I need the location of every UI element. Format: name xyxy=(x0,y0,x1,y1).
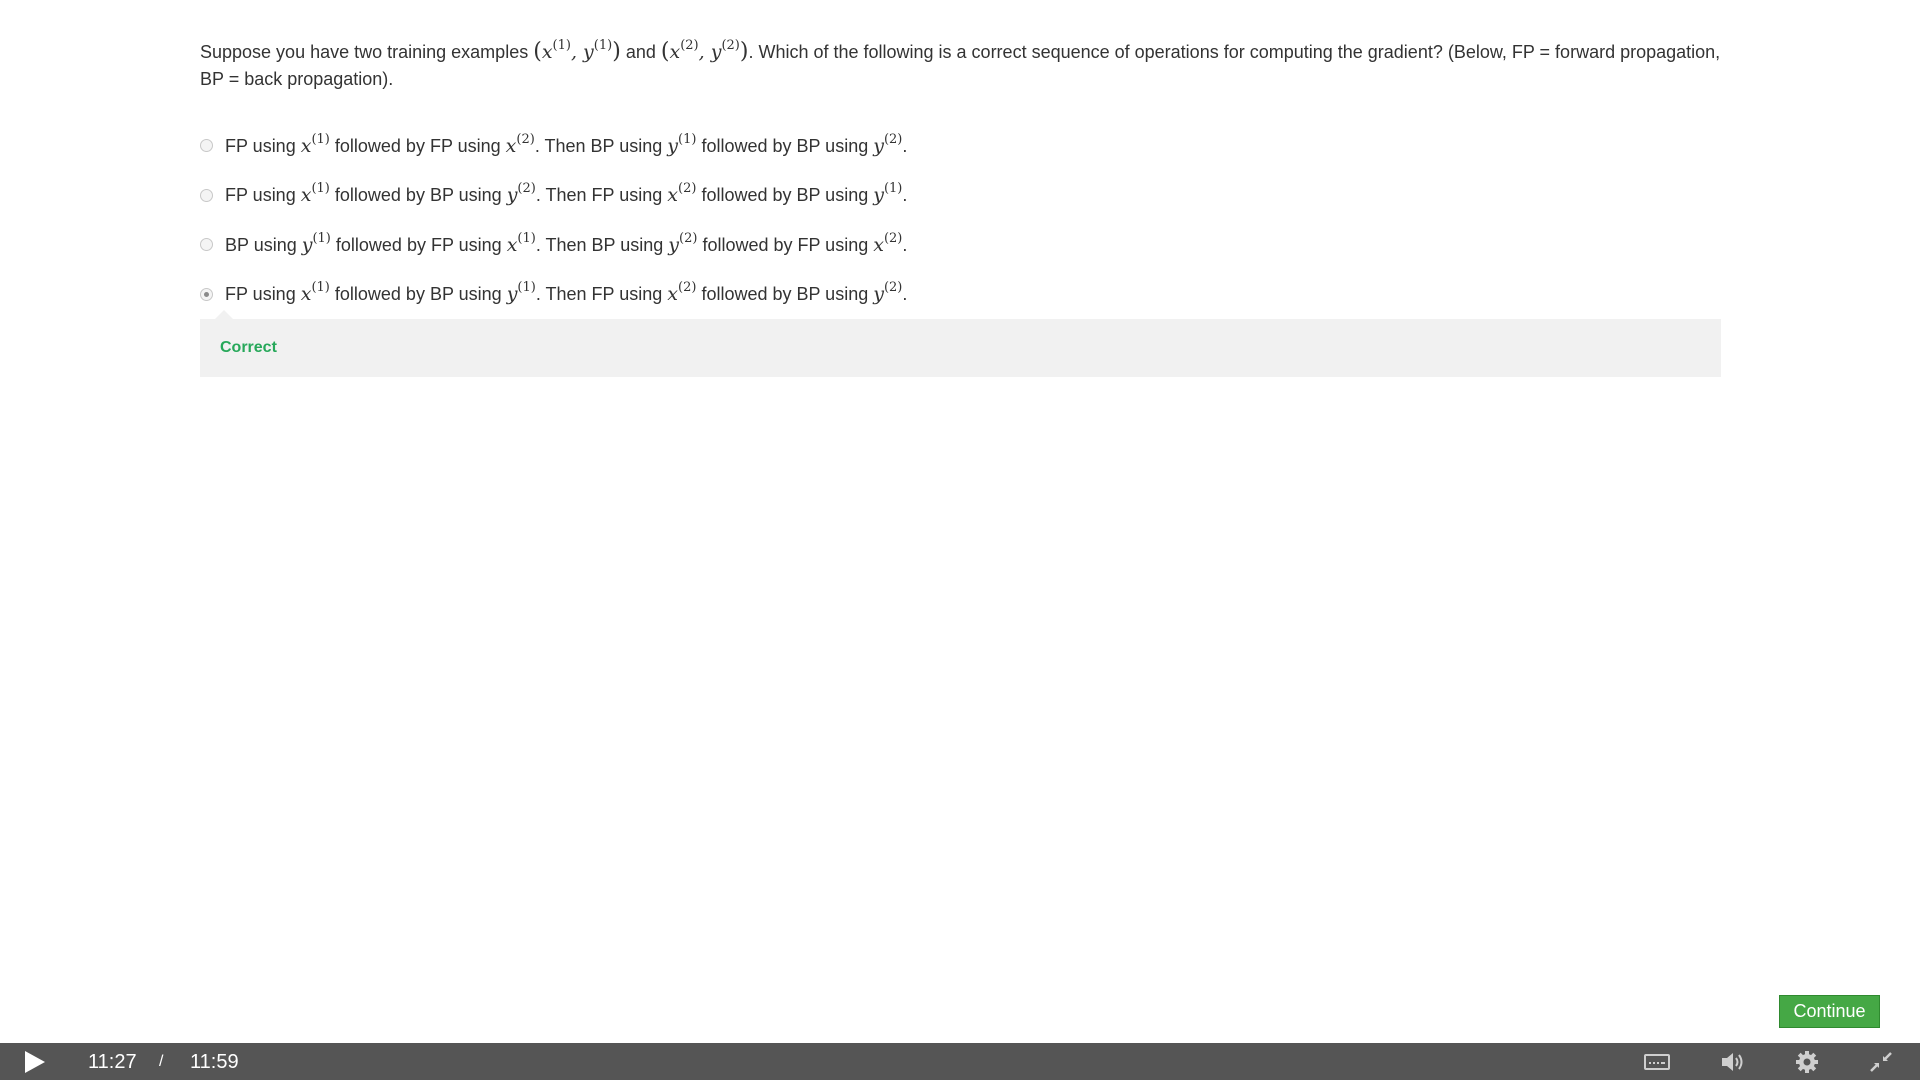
example-1-math: (x(1), y(1)) xyxy=(533,38,621,64)
exit-fullscreen-icon[interactable] xyxy=(1868,1050,1894,1074)
answer-option-1-label: FP using x(1) followed by FP using x(2).… xyxy=(225,131,908,157)
feedback-box: Correct xyxy=(200,310,1721,377)
time-separator: / xyxy=(159,1053,164,1070)
captions-icon[interactable] xyxy=(1644,1050,1670,1074)
volume-icon[interactable] xyxy=(1720,1050,1746,1074)
total-time: 11:59 xyxy=(190,1051,239,1073)
answer-option-1[interactable]: FP using x(1) followed by FP using x(2).… xyxy=(200,121,1721,171)
example-2-math: (x(2), y(2)) xyxy=(660,38,749,64)
question-text: Suppose you have two training examples (… xyxy=(200,38,1721,89)
current-time: 11:27 xyxy=(88,1051,137,1073)
play-icon[interactable] xyxy=(22,1050,48,1074)
answer-option-4-label: FP using x(1) followed by BP using y(1).… xyxy=(225,280,908,306)
quiz-panel: Suppose you have two training examples (… xyxy=(200,38,1721,377)
lecture-quiz-screen: Suppose you have two training examples (… xyxy=(0,0,1920,1080)
radio-button-1[interactable] xyxy=(200,139,213,153)
answer-option-4[interactable]: FP using x(1) followed by BP using y(1).… xyxy=(200,270,1721,320)
radio-button-4[interactable] xyxy=(200,287,213,301)
answer-option-2-label: FP using x(1) followed by BP using y(2).… xyxy=(225,181,908,207)
radio-button-2[interactable] xyxy=(200,188,213,202)
answer-option-3[interactable]: BP using y(1) followed by FP using x(1).… xyxy=(200,220,1721,270)
radio-button-3[interactable] xyxy=(200,238,213,252)
answer-option-2[interactable]: FP using x(1) followed by BP using y(2).… xyxy=(200,171,1721,221)
video-control-bar: 11:27 / 11:59 xyxy=(0,1043,1920,1080)
settings-gear-icon[interactable] xyxy=(1794,1050,1820,1074)
continue-button[interactable]: Continue xyxy=(1779,995,1880,1028)
answer-options: FP using x(1) followed by FP using x(2).… xyxy=(200,121,1721,319)
answer-option-3-label: BP using y(1) followed by FP using x(1).… xyxy=(225,230,908,256)
feedback-correct-label: Correct xyxy=(220,339,277,356)
